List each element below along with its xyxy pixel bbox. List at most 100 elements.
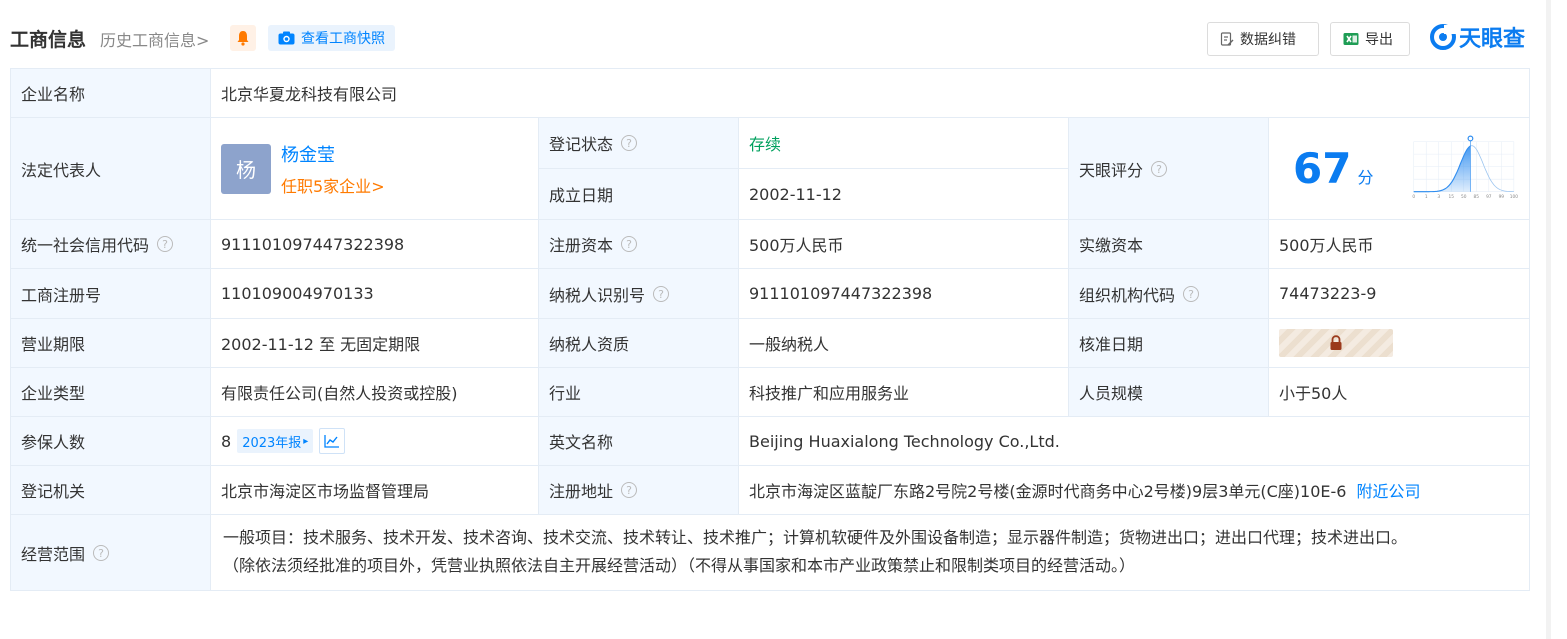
label-taxpayer-id-text: 纳税人识别号 xyxy=(549,285,646,305)
value-est-date: 2002-11-12 xyxy=(739,169,1069,220)
label-business-scope-text: 经营范围 xyxy=(21,544,86,564)
snapshot-button-label: 查看工商快照 xyxy=(301,31,385,47)
help-icon[interactable]: ? xyxy=(1151,160,1168,177)
value-reg-status: 存续 xyxy=(739,118,1069,169)
export-label: 导出 xyxy=(1365,32,1393,48)
chart-tick-label: 3 xyxy=(1438,193,1441,199)
lock-icon xyxy=(1330,335,1342,350)
label-tianyan-score: 天眼评分? xyxy=(1069,118,1269,220)
help-icon[interactable]: ? xyxy=(1183,285,1200,302)
business-info-table: 企业名称 北京华夏龙科技有限公司 法定代表人 杨 杨金莹 任职5家企业> 登记状… xyxy=(10,68,1530,591)
label-credit-code: 统一社会信用代码? xyxy=(11,220,211,269)
value-term: 2002-11-12 至 无固定期限 xyxy=(211,319,539,368)
legal-rep-roles-link[interactable]: 任职5家企业> xyxy=(281,173,385,197)
chevron-right-icon: > xyxy=(196,31,210,50)
label-staff-size: 人员规模 xyxy=(1069,368,1269,417)
legal-rep-name-link[interactable]: 杨金莹 xyxy=(281,141,385,167)
label-org-code-text: 组织机构代码 xyxy=(1079,285,1176,305)
chart-tick-label: 0 xyxy=(1413,193,1416,199)
help-icon[interactable]: ? xyxy=(621,236,638,252)
label-industry: 行业 xyxy=(539,368,739,417)
insured-cell: 8 2023年报 ▸ xyxy=(211,417,539,466)
export-button[interactable]: 导出 xyxy=(1330,22,1410,56)
caret-right-icon: ▸ xyxy=(303,435,309,447)
chart-tick-label: 85 xyxy=(1474,193,1480,199)
label-reg-authority: 登记机关 xyxy=(11,466,211,515)
avatar[interactable]: 杨 xyxy=(221,143,271,194)
label-org-code: 组织机构代码? xyxy=(1069,269,1269,319)
business-scope-line-2: （除依法须经批准的项目外，凭营业执照依法自主开展经营活动）（不得从事国家和本市产… xyxy=(223,556,1136,575)
label-paid-capital: 实缴资本 xyxy=(1069,220,1269,269)
chart-tick-label: 1 xyxy=(1425,193,1428,199)
value-industry: 科技推广和应用服务业 xyxy=(739,368,1069,417)
score-area xyxy=(1414,145,1471,192)
tianyan-score: 67 分 xyxy=(1293,144,1373,193)
label-biz-reg-no: 工商注册号 xyxy=(11,269,211,319)
label-approval-date: 核准日期 xyxy=(1069,319,1269,368)
nearby-companies-link[interactable]: 附近公司 xyxy=(1356,478,1420,502)
label-taxpayer-type: 纳税人资质 xyxy=(539,319,739,368)
trend-chart-button[interactable] xyxy=(319,428,346,454)
camera-icon xyxy=(278,31,295,45)
legal-rep-cell: 杨 杨金莹 任职5家企业> xyxy=(211,118,539,220)
history-link[interactable]: 历史工商信息> xyxy=(100,27,209,51)
trend-chart-icon xyxy=(324,435,340,448)
section-header: 工商信息 历史工商信息> 查看工商快照 数据纠错 导出 天眼查 xyxy=(0,0,1545,68)
chart-tick-label: 100 xyxy=(1510,193,1518,199)
value-org-code: 74473223-9 xyxy=(1269,269,1529,319)
label-credit-code-text: 统一社会信用代码 xyxy=(21,236,150,255)
label-tianyan-score-text: 天眼评分 xyxy=(1079,160,1144,180)
label-reg-address: 注册地址? xyxy=(539,466,739,515)
snapshot-button[interactable]: 查看工商快照 xyxy=(268,25,395,51)
section-title: 工商信息 xyxy=(10,29,87,51)
chevron-right-icon: > xyxy=(371,176,385,196)
help-icon[interactable]: ? xyxy=(621,135,638,151)
value-business-scope: 一般项目：技术服务、技术开发、技术咨询、技术交流、技术转让、技术推广；计算机软硬… xyxy=(211,515,1529,590)
value-reg-capital: 500万人民币 xyxy=(739,220,1069,269)
value-taxpayer-type: 一般纳税人 xyxy=(739,319,1069,368)
chart-tick-label: 97 xyxy=(1487,193,1493,199)
locked-value-button[interactable] xyxy=(1279,329,1393,357)
data-correction-button[interactable]: 数据纠错 xyxy=(1207,22,1319,56)
value-credit-code: 911101097447322398 xyxy=(211,220,539,269)
excel-icon xyxy=(1343,33,1359,45)
annual-report-tag[interactable]: 2023年报 ▸ xyxy=(237,429,314,453)
tianyan-score-unit: 分 xyxy=(1357,168,1374,187)
help-icon[interactable]: ? xyxy=(653,285,670,302)
value-reg-authority: 北京市海淀区市场监督管理局 xyxy=(211,466,539,515)
value-staff-size: 小于50人 xyxy=(1269,368,1529,417)
edit-document-icon xyxy=(1220,31,1234,46)
chart-tick-label: 99 xyxy=(1499,193,1505,199)
label-reg-address-text: 注册地址 xyxy=(549,482,614,501)
label-english-name: 英文名称 xyxy=(539,417,739,466)
label-business-scope: 经营范围? xyxy=(11,515,211,590)
label-reg-status-text: 登记状态 xyxy=(549,135,614,154)
legal-rep-info: 杨金莹 任职5家企业> xyxy=(281,141,385,197)
label-insured: 参保人数 xyxy=(11,417,211,466)
tianyan-score-value: 67 xyxy=(1293,144,1352,193)
label-company-type: 企业类型 xyxy=(11,368,211,417)
tianyancha-logo-icon xyxy=(1430,24,1456,50)
label-term: 营业期限 xyxy=(11,319,211,368)
help-icon[interactable]: ? xyxy=(157,236,174,252)
chart-tick-label: 50 xyxy=(1462,193,1468,199)
reg-address-cell: 北京市海淀区蓝靛厂东路2号院2号楼(金源时代商务中心2号楼)9层3单元(C座)1… xyxy=(739,466,1529,515)
value-taxpayer-id: 911101097447322398 xyxy=(739,269,1069,319)
help-icon[interactable]: ? xyxy=(93,544,110,561)
label-reg-capital-text: 注册资本 xyxy=(549,236,614,255)
logo-text: 天眼查 xyxy=(1459,27,1526,52)
tianyancha-logo: 天眼查 xyxy=(1430,22,1525,52)
value-approval-date xyxy=(1269,319,1529,368)
bell-icon xyxy=(237,31,249,46)
label-legal-rep: 法定代表人 xyxy=(11,118,211,220)
bell-button[interactable] xyxy=(230,25,256,51)
legal-rep-roles-label: 任职5家企业 xyxy=(281,176,372,196)
value-english-name: Beijing Huaxialong Technology Co.,Ltd. xyxy=(739,417,1529,466)
tianyan-score-cell[interactable]: 67 分 0 1 3 15 50 85 97 99 100 xyxy=(1269,118,1529,220)
label-est-date: 成立日期 xyxy=(539,169,739,220)
score-distribution-chart: 0 1 3 15 50 85 97 99 100 xyxy=(1413,135,1519,199)
scrollbar[interactable] xyxy=(1546,0,1551,639)
help-icon[interactable]: ? xyxy=(621,482,638,498)
value-biz-reg-no: 110109004970133 xyxy=(211,269,539,319)
chart-tick-label: 15 xyxy=(1449,193,1455,199)
